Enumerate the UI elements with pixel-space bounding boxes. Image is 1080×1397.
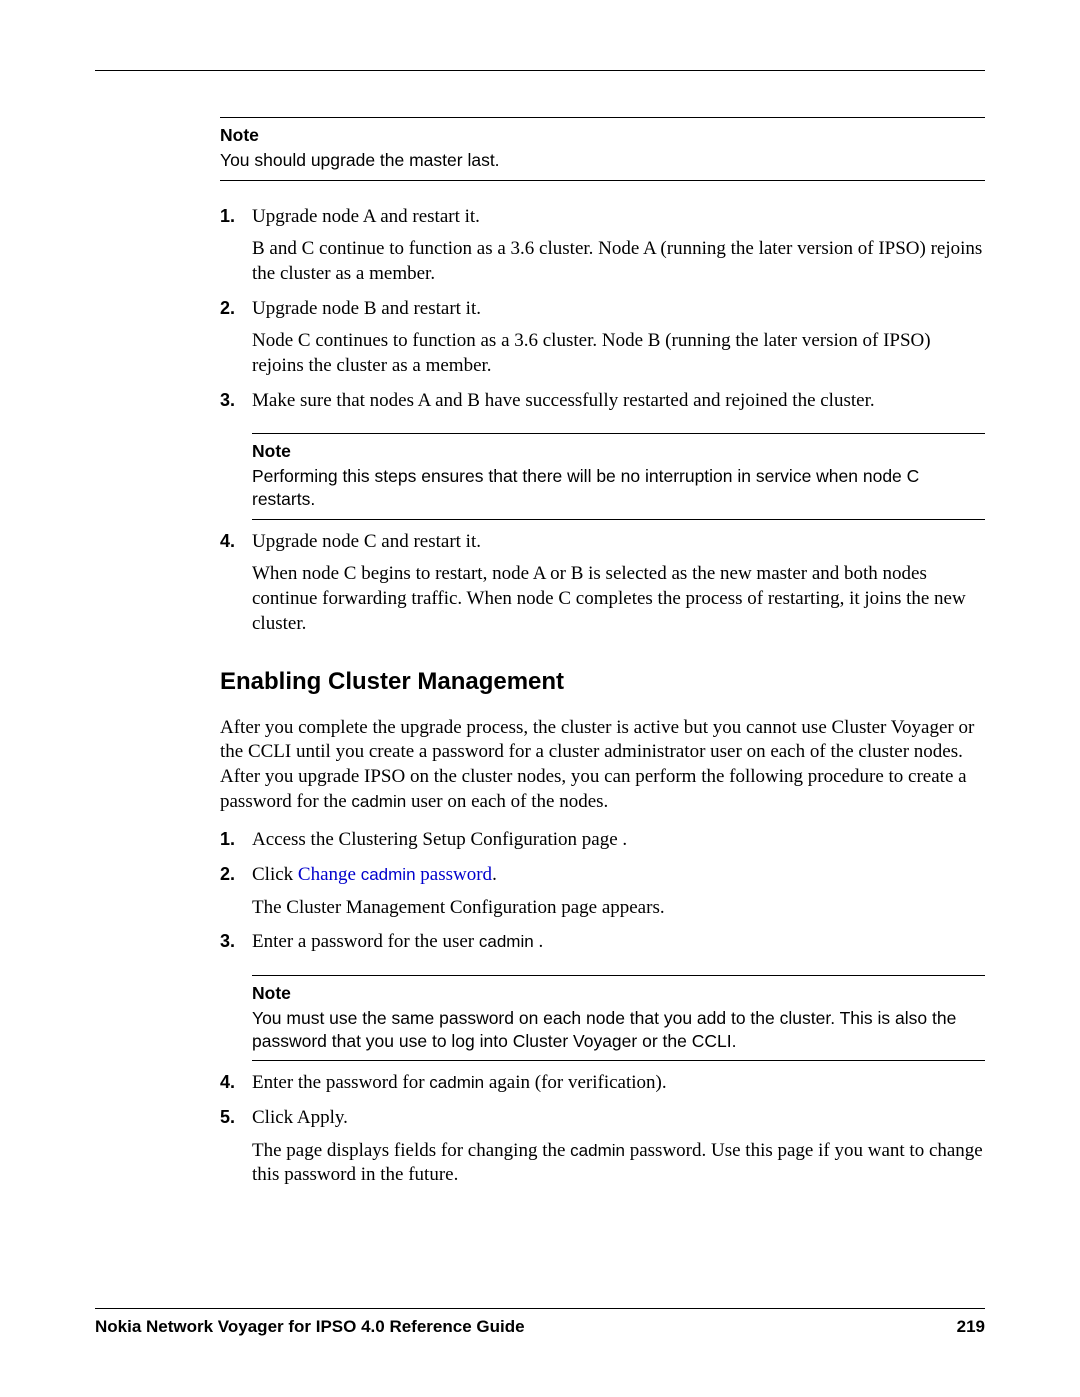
step-1: Upgrade node A and restart it. B and C c… xyxy=(220,205,985,287)
footer-title: Nokia Network Voyager for IPSO 4.0 Refer… xyxy=(95,1317,525,1337)
note-text: You should upgrade the master last. xyxy=(220,150,500,170)
step-3: Make sure that nodes A and B have succes… xyxy=(220,389,985,520)
body-pre: The page displays fields for changing th… xyxy=(252,1140,570,1161)
step-lead: Upgrade node B and restart it. xyxy=(252,298,481,319)
page-footer: Nokia Network Voyager for IPSO 4.0 Refer… xyxy=(95,1308,985,1337)
intro-paragraph: After you complete the upgrade process, … xyxy=(220,716,985,815)
note-text: Performing this steps ensures that there… xyxy=(252,466,919,509)
step-body: The page displays fields for changing th… xyxy=(252,1139,985,1188)
note-label: Note xyxy=(220,124,985,147)
step-pre: Enter the password for xyxy=(252,1072,429,1093)
step-2: Click Change cadmin password. The Cluste… xyxy=(220,863,985,920)
step-lead: Click Apply. xyxy=(252,1107,348,1128)
code-cadmin: cadmin xyxy=(429,1073,484,1092)
enable-management-steps-list: Access the Clustering Setup Configuratio… xyxy=(220,828,985,1188)
note-label: Note xyxy=(252,982,985,1005)
step-body: When node C begins to restart, node A or… xyxy=(252,562,985,636)
content-area: Note You should upgrade the master last.… xyxy=(220,117,985,1188)
step-2: Upgrade node B and restart it. Node C co… xyxy=(220,297,985,379)
upgrade-steps-list: Upgrade node A and restart it. B and C c… xyxy=(220,205,985,637)
step-5: Click Apply. The page displays fields fo… xyxy=(220,1106,985,1188)
step-post: . xyxy=(534,931,544,952)
section-heading-enabling-cluster-management: Enabling Cluster Management xyxy=(220,666,985,697)
top-rule xyxy=(95,70,985,71)
code-cadmin: cadmin xyxy=(570,1141,625,1160)
step-lead: Upgrade node C and restart it. xyxy=(252,531,481,552)
code-cadmin[interactable]: cadmin xyxy=(361,865,416,884)
step-1: Access the Clustering Setup Configuratio… xyxy=(220,828,985,853)
note-label: Note xyxy=(252,440,985,463)
step-4: Enter the password for cadmin again (for… xyxy=(220,1071,985,1096)
step-lead: Make sure that nodes A and B have succes… xyxy=(252,390,875,411)
step-4: Upgrade node C and restart it. When node… xyxy=(220,530,985,637)
link-password[interactable]: password xyxy=(416,864,493,885)
step-3: Enter a password for the user cadmin . N… xyxy=(220,930,985,1061)
footer-page-number: 219 xyxy=(957,1317,985,1337)
note-upgrade-master-last: Note You should upgrade the master last. xyxy=(220,117,985,181)
step-lead: Upgrade node A and restart it. xyxy=(252,206,480,227)
note-same-password: Note You must use the same password on e… xyxy=(252,975,985,1061)
step-post: . xyxy=(492,864,497,885)
link-change[interactable]: Change xyxy=(298,864,361,885)
note-text: You must use the same password on each n… xyxy=(252,1008,956,1051)
note-no-interruption: Note Performing this steps ensures that … xyxy=(252,433,985,519)
step-lead: Access the Clustering Setup Configuratio… xyxy=(252,829,627,850)
step-pre: Enter a password for the user xyxy=(252,931,479,952)
step-body: The Cluster Management Configuration pag… xyxy=(252,896,985,921)
code-cadmin: cadmin xyxy=(351,792,406,811)
step-pre: Click xyxy=(252,864,298,885)
code-cadmin: cadmin xyxy=(479,932,534,951)
step-post: again (for verification). xyxy=(484,1072,667,1093)
step-body: Node C continues to function as a 3.6 cl… xyxy=(252,329,985,378)
step-body: B and C continue to function as a 3.6 cl… xyxy=(252,237,985,286)
page: Note You should upgrade the master last.… xyxy=(0,0,1080,1397)
intro-part2: user on each of the nodes. xyxy=(406,791,608,812)
